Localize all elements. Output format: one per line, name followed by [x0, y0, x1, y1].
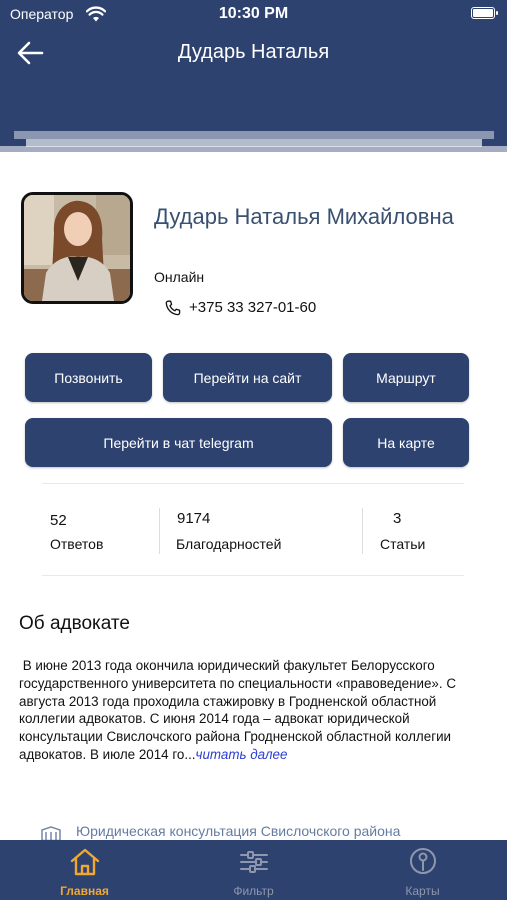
- stat-value: 3: [393, 510, 402, 527]
- office-link[interactable]: Юридическая консультация Свислочского ра…: [76, 823, 400, 839]
- avatar: [21, 192, 133, 304]
- read-more-link[interactable]: читать далее: [196, 747, 288, 762]
- battery-icon: [471, 7, 498, 19]
- route-button-label: Маршрут: [376, 369, 436, 386]
- stat-label: Благодарностей: [176, 536, 282, 552]
- about-heading: Об адвокате: [19, 613, 130, 634]
- phone-icon: [165, 300, 181, 316]
- telegram-button-label: Перейти в чат telegram: [103, 434, 254, 451]
- page-title: Дударь Наталья: [177, 41, 330, 63]
- online-status: Онлайн: [154, 269, 205, 285]
- stat-label: Ответов: [50, 536, 104, 552]
- home-icon: [70, 848, 100, 876]
- map-pin-icon: [410, 848, 436, 874]
- header-fade: [14, 131, 494, 139]
- stat-value: 52: [50, 512, 67, 529]
- website-button[interactable]: Перейти на сайт: [163, 353, 332, 402]
- stats-top-divider: [42, 483, 464, 484]
- call-button[interactable]: Позвонить: [25, 353, 152, 402]
- stat-separator: [159, 508, 160, 554]
- phone-number[interactable]: +375 33 327-01-60: [189, 299, 316, 316]
- tab-maps[interactable]: Карты: [338, 840, 507, 900]
- telegram-chat-button[interactable]: Перейти в чат telegram: [25, 418, 332, 467]
- tab-home[interactable]: Главная: [0, 840, 169, 900]
- tab-label: Карты: [405, 884, 440, 898]
- status-bar: Оператор 10:30 PM: [0, 0, 507, 30]
- header-fade: [0, 146, 507, 152]
- tab-label: Фильтр: [233, 884, 274, 898]
- status-time: 10:30 PM: [218, 5, 289, 22]
- stat-label: Статьи: [380, 536, 426, 552]
- stat-value: 9174: [177, 510, 211, 527]
- website-button-label: Перейти на сайт: [193, 369, 302, 386]
- map-button-label: На карте: [377, 434, 435, 451]
- show-on-map-button[interactable]: На карте: [343, 418, 469, 467]
- tab-filter[interactable]: Фильтр: [169, 840, 338, 900]
- about-text: В июне 2013 года окончила юридический фа…: [19, 657, 469, 764]
- lawyer-name: Дударь Наталья Михайловна: [154, 204, 454, 229]
- sliders-icon: [240, 851, 268, 873]
- route-button[interactable]: Маршрут: [343, 353, 469, 402]
- tab-bar: Главная Фильтр Карты: [0, 840, 507, 900]
- stats-bottom-divider: [42, 575, 464, 576]
- stat-separator: [362, 508, 363, 554]
- header-bar: Оператор 10:30 PM Дударь Наталья: [0, 0, 507, 152]
- call-button-label: Позвонить: [54, 369, 123, 386]
- tab-label: Главная: [60, 884, 109, 898]
